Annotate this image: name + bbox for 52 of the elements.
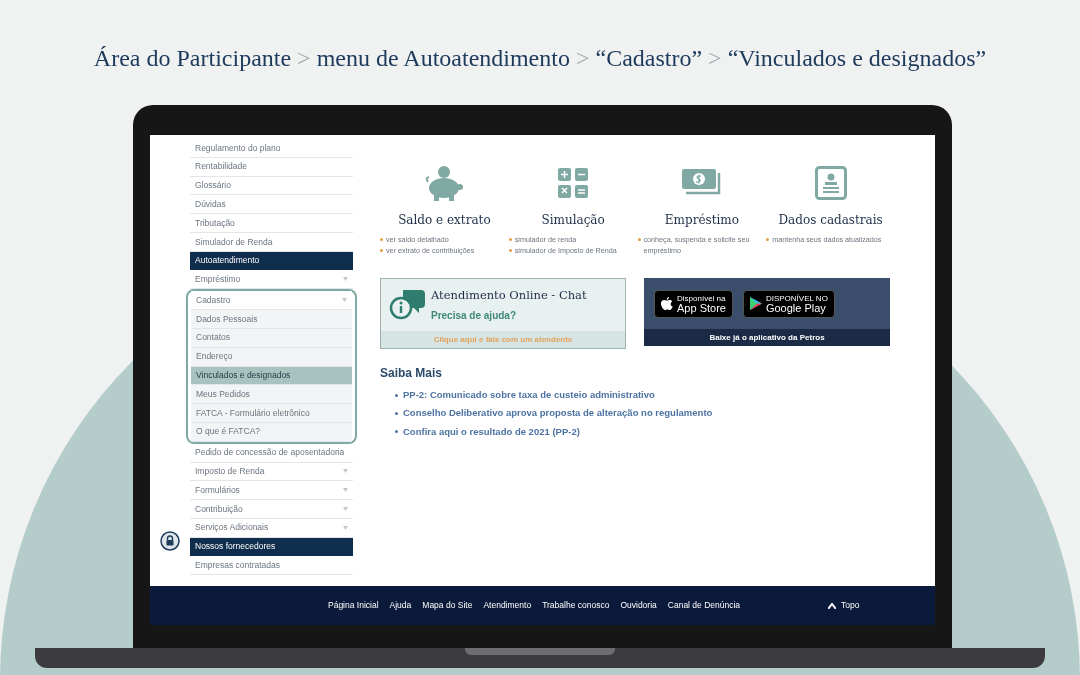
chevron-down-icon [343,488,348,493]
submenu-item[interactable]: Meus Pedidos [191,385,352,405]
feature-title[interactable]: Saldo e extrato [380,211,509,229]
news-link[interactable]: Confira aqui o resultado de 2021 (PP-2) [403,424,580,439]
chat-panel[interactable]: Atendimento Online - Chat Precisa de ajuda? Clique aqui e fale com um atendente [380,278,626,349]
news-heading: Saiba Mais [380,365,444,382]
chevron-down-icon [343,277,348,282]
breadcrumb-text: Área do Participante [93,44,292,73]
badge-store-name: Google Play [765,302,827,314]
breadcrumb-text: “Vinculados e designados” [727,44,987,73]
profile-card-icon [814,166,847,200]
app-banner[interactable]: Disponível na App Store DISPONÍVEL NO Google Play Baixe já o aplicativo da Petros [644,278,890,346]
chat-title: Atendimento Online - Chat [431,286,587,304]
chevron-down-icon [343,469,348,474]
footer-link[interactable]: Trabalhe conosco [542,599,610,612]
footer-link[interactable]: Canal de Denúncia [667,599,741,612]
feature-title[interactable]: Simulação [508,211,638,229]
badge-small-text: DISPONÍVEL NO [765,293,828,303]
footer-link[interactable]: Ajuda [389,599,412,612]
news-link[interactable]: Conselho Deliberativo aprova proposta de alteração no regulamento [403,406,713,421]
store-badge[interactable]: DISPONÍVEL NO Google Play [742,289,835,318]
play-triangle-icon [749,297,762,310]
news-link[interactable]: PP-2: Comunicado sobre taxa de custeio administrativo [403,388,655,403]
chevron-down-icon [343,507,348,512]
badge-store-name: App Store [677,302,726,314]
breadcrumb-separator: > [297,44,311,73]
chevron-up-icon [828,602,837,609]
sidebar-item[interactable]: Cadastro [191,291,352,311]
lock-icon[interactable] [160,531,180,551]
chevron-down-icon [342,298,347,303]
breadcrumb-text: “Cadastro” [595,44,703,73]
breadcrumb-text: menu de Autoatendimento [316,44,570,73]
feature-title[interactable]: Dados cadastrais [766,211,895,229]
footer-link[interactable]: Ouvidoria [620,599,657,612]
piggy-bank-icon [424,164,465,202]
chat-subtitle: Precisa de ajuda? [431,309,518,324]
calculator-icon [558,168,589,198]
back-to-top-link[interactable]: Topo [828,599,860,612]
breadcrumb-separator: > [575,44,590,73]
footer-link[interactable]: Página Inicial [328,599,379,612]
chat-info-icon [389,288,425,322]
submenu-item[interactable]: FATCA - Formulário eletrônico [191,404,352,423]
store-badge[interactable]: Disponível na App Store [654,289,733,318]
chevron-down-icon [343,525,348,530]
submenu-item[interactable]: Dados Pessoais [191,310,352,329]
apple-logo-icon [661,296,673,311]
footer-link[interactable]: Mapa do Site [422,599,473,612]
badge-small-text: Disponível na [677,293,726,303]
breadcrumb-separator: > [708,44,722,73]
feature-title[interactable]: Empréstimo [637,211,767,229]
banner-caption: Baixe já o aplicativo da Petros [644,329,890,346]
footer-link[interactable]: Atendimento [483,599,532,612]
